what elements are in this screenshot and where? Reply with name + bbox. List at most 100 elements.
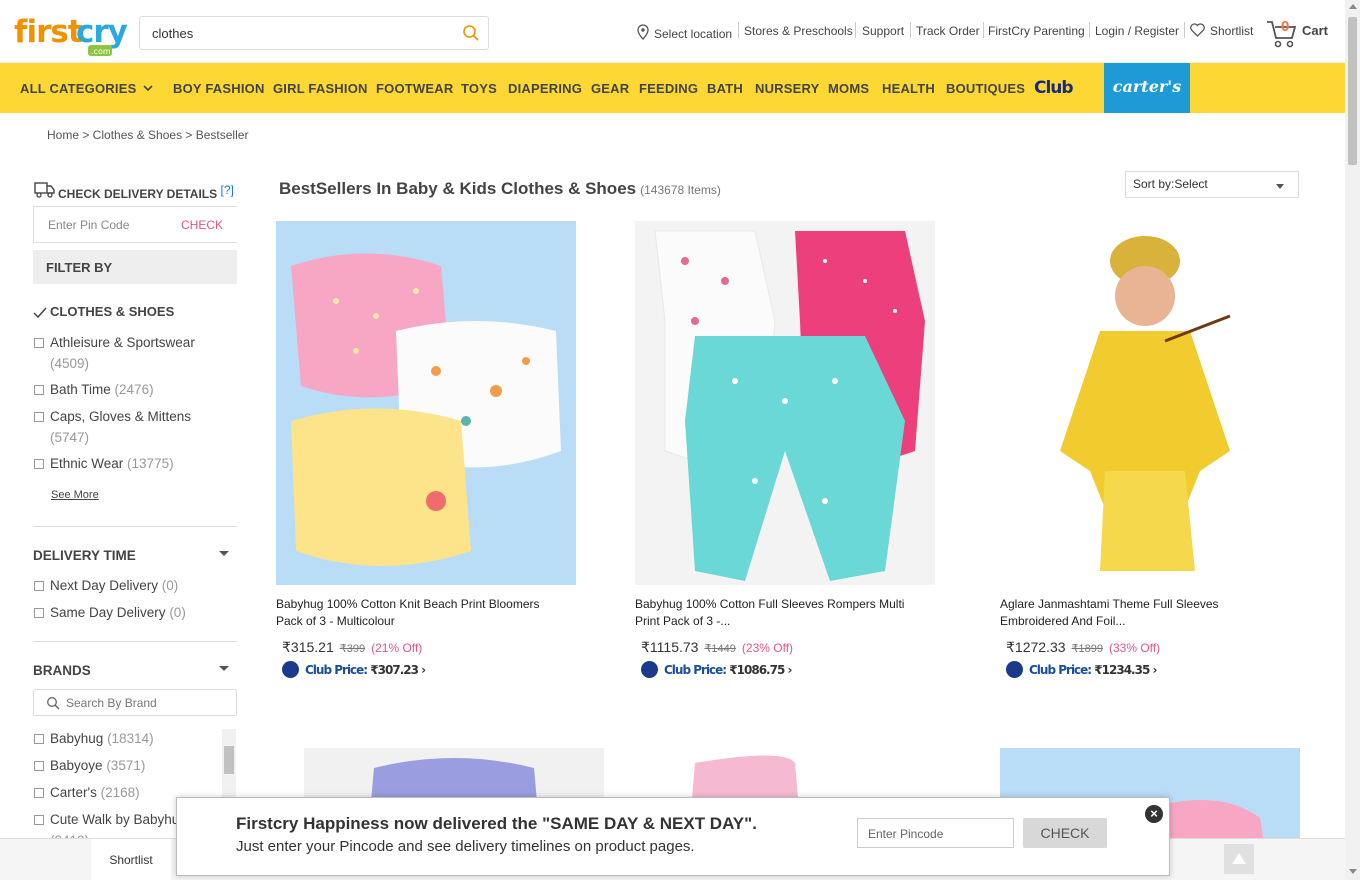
product-image[interactable] <box>635 221 935 585</box>
nav-feeding[interactable]: FEEDING <box>639 81 698 96</box>
close-icon[interactable]: × <box>1145 805 1163 823</box>
scroll-up-arrow[interactable] <box>1349 4 1357 9</box>
caret-down-icon[interactable] <box>1276 184 1284 189</box>
checkbox[interactable] <box>34 385 44 395</box>
checkbox[interactable] <box>34 338 44 348</box>
check-icon <box>33 306 47 324</box>
chevron-right-icon[interactable]: › <box>421 663 426 677</box>
breadcrumb[interactable]: Home > Clothes & Shoes > Bestseller <box>47 128 248 142</box>
shortlist-tab[interactable]: Shortlist <box>91 839 171 880</box>
scroll-to-top-button[interactable] <box>1224 844 1254 874</box>
scrollbar-thumb[interactable] <box>1348 17 1357 165</box>
club-icon <box>641 661 658 678</box>
product-name[interactable]: Babyhug 100% Cotton Full Sleeves Rompers… <box>635 596 905 630</box>
nav-bath[interactable]: BATH <box>707 81 743 96</box>
delivery-truck-icon <box>34 181 56 203</box>
nav-boy-fashion[interactable]: BOY FASHION <box>173 81 265 96</box>
nav-club[interactable]: Club <box>1034 78 1074 98</box>
filter-count: (5747) <box>50 430 90 445</box>
page-title: BestSellers In Baby & Kids Clothes & Sho… <box>279 179 721 198</box>
brand-search-input[interactable]: Search By Brand <box>66 696 157 710</box>
club-price[interactable]: Club Price: ₹307.23 › <box>282 661 426 679</box>
popup-headline: Firstcry Happiness now delivered the "SA… <box>236 814 757 833</box>
product-card[interactable]: Babyhug 100% Cotton Knit Beach Print Blo… <box>276 221 606 691</box>
arrow-up-icon <box>1232 853 1246 864</box>
checkbox[interactable] <box>34 459 44 469</box>
divider <box>33 641 237 642</box>
scroll-down-arrow[interactable] <box>1349 869 1357 874</box>
delivery-time-header[interactable]: DELIVERY TIME <box>33 548 136 563</box>
caret-down-icon[interactable] <box>219 666 229 671</box>
divider <box>33 526 237 527</box>
nav-footwear[interactable]: FOOTWEAR <box>376 81 453 96</box>
product-price: ₹1272.33 ₹1899 (33% Off) <box>1006 639 1161 655</box>
product-card[interactable]: Babyhug 100% Cotton Full Sleeves Rompers… <box>635 221 965 691</box>
product-price: ₹1115.73 ₹1449 (23% Off) <box>641 639 794 655</box>
club-icon <box>282 661 299 678</box>
login-register-link[interactable]: Login / Register <box>1095 24 1179 38</box>
nav-health[interactable]: HEALTH <box>882 81 935 96</box>
delivery-popup: Firstcry Happiness now delivered the "SA… <box>176 797 1170 876</box>
nav-toys[interactable]: TOYS <box>461 81 497 96</box>
stores-link[interactable]: Stores & Preschools <box>744 24 853 38</box>
popup-subtext: Just enter your Pincode and see delivery… <box>236 838 695 855</box>
site-header: first cry .com clothes Select location S… <box>0 0 1345 63</box>
track-order-link[interactable]: Track Order <box>916 24 980 38</box>
scrollbar-thumb[interactable] <box>224 746 234 774</box>
nav-diapering[interactable]: DIAPERING <box>508 81 582 96</box>
see-more-link[interactable]: See More <box>51 489 99 501</box>
checkbox[interactable] <box>34 734 44 744</box>
checkbox[interactable] <box>34 788 44 798</box>
checkbox[interactable] <box>34 761 44 771</box>
brands-header[interactable]: BRANDS <box>33 663 91 678</box>
chevron-right-icon[interactable]: › <box>788 663 793 677</box>
nav-girl-fashion[interactable]: GIRL FASHION <box>273 81 368 96</box>
product-card[interactable]: Aglare Janmashtami Theme Full Sleeves Em… <box>1000 221 1330 691</box>
chevron-right-icon[interactable]: › <box>1153 663 1158 677</box>
filter-count: (4509) <box>50 356 90 371</box>
club-price[interactable]: Club Price: ₹1086.75 › <box>641 661 793 679</box>
checkbox[interactable] <box>34 412 44 422</box>
checkbox[interactable] <box>34 815 44 825</box>
nav-nursery[interactable]: NURSERY <box>755 81 819 96</box>
club-icon <box>1006 661 1023 678</box>
nav-moms[interactable]: MOMS <box>828 81 869 96</box>
nav-all-categories[interactable]: ALL CATEGORIES <box>20 81 136 96</box>
check-delivery-button[interactable]: CHECK <box>181 218 223 232</box>
page: { "header": { "logo_text": "firstcry", "… <box>0 0 1360 880</box>
product-image[interactable] <box>276 221 576 585</box>
popup-pincode-input[interactable]: Enter Pincode <box>857 818 1014 848</box>
nav-boutiques[interactable]: BOUTIQUES <box>946 81 1025 96</box>
filter-by-header: FILTER BY <box>33 250 237 284</box>
help-link[interactable]: [?] <box>220 183 233 197</box>
parenting-link[interactable]: FirstCry Parenting <box>988 24 1085 38</box>
product-name[interactable]: Babyhug 100% Cotton Knit Beach Print Blo… <box>276 596 546 630</box>
chevron-down-icon[interactable] <box>142 81 154 99</box>
heart-icon[interactable] <box>1190 23 1205 42</box>
pin-code-box: Enter Pin Code CHECK <box>33 206 237 243</box>
checkbox[interactable] <box>34 608 44 618</box>
sort-select[interactable]: Sort by:Select <box>1125 171 1299 198</box>
cart-count: 0 <box>1281 18 1290 35</box>
club-price[interactable]: Club Price: ₹1234.35 › <box>1006 661 1158 679</box>
item-count: (143678 Items) <box>640 183 721 197</box>
checkbox[interactable] <box>34 581 44 591</box>
category-nav: ALL CATEGORIES BOY FASHION GIRL FASHION … <box>0 63 1345 113</box>
cart-label[interactable]: Cart <box>1302 23 1328 38</box>
pin-code-input[interactable]: Enter Pin Code <box>48 218 129 232</box>
check-delivery-title: CHECK DELIVERY DETAILS [?] <box>58 183 234 201</box>
nav-gear[interactable]: GEAR <box>591 81 629 96</box>
product-price: ₹315.21 ₹399 (21% Off) <box>282 639 423 655</box>
shortlist-link[interactable]: Shortlist <box>1210 24 1253 38</box>
product-name[interactable]: Aglare Janmashtami Theme Full Sleeves Em… <box>1000 596 1270 630</box>
support-link[interactable]: Support <box>862 24 904 38</box>
brand-search-box[interactable]: Search By Brand <box>33 689 237 716</box>
nav-carters[interactable]: carter's <box>1104 63 1190 113</box>
popup-check-button[interactable]: CHECK <box>1023 818 1107 848</box>
caret-down-icon[interactable] <box>219 551 229 556</box>
category-selected[interactable]: CLOTHES & SHOES <box>50 304 174 319</box>
select-location-link[interactable]: Select location <box>654 27 732 41</box>
product-image[interactable] <box>1000 221 1300 585</box>
search-icon <box>46 696 60 715</box>
page-scrollbar[interactable] <box>1345 0 1360 880</box>
